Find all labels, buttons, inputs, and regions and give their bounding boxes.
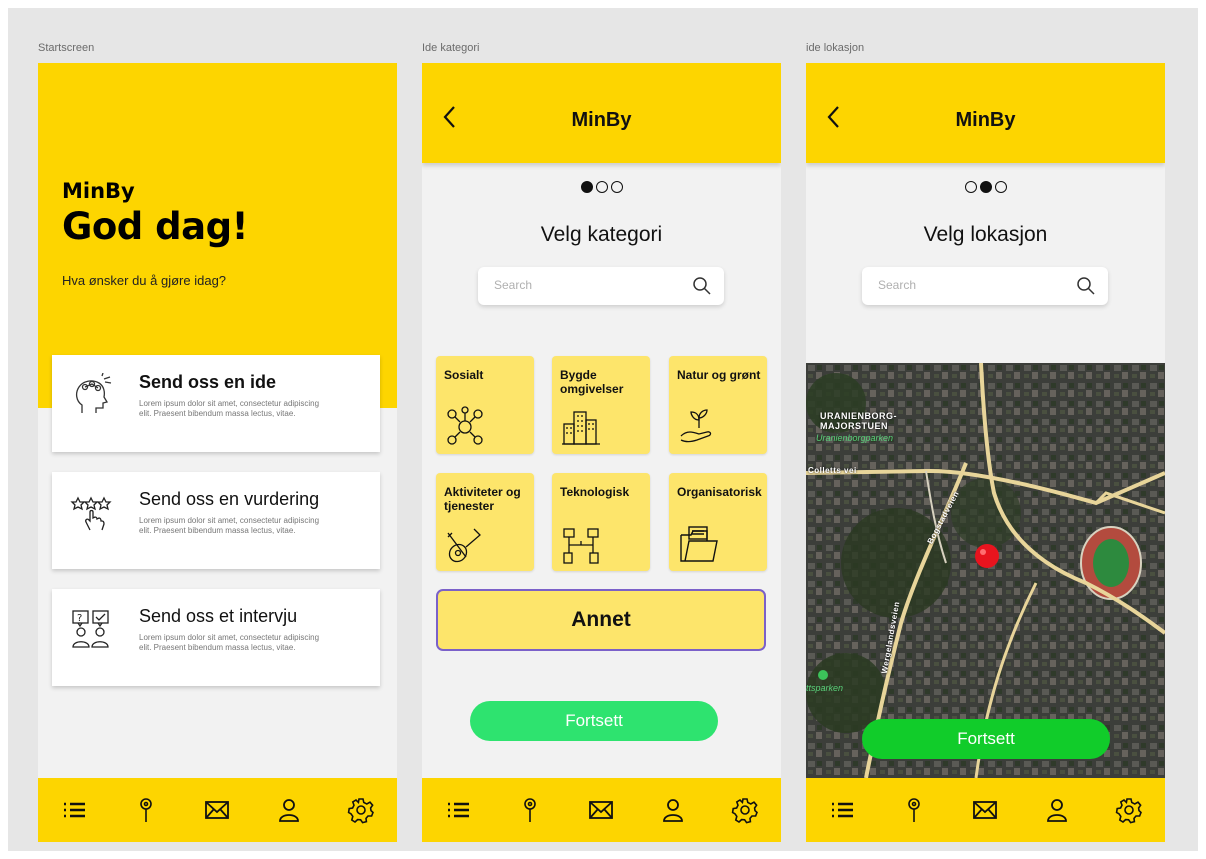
category-tile-organisatorisk[interactable]: Organisatorisk xyxy=(669,473,767,571)
header-title: MinBy xyxy=(571,109,632,131)
app-name: MinBy xyxy=(62,179,135,203)
search-icon[interactable] xyxy=(692,276,712,296)
settings-gear-icon[interactable] xyxy=(344,793,378,827)
tile-label: Aktiviteter og tjenester xyxy=(444,485,521,513)
step-dot-2 xyxy=(595,181,608,193)
technology-icon xyxy=(563,528,599,564)
list-icon[interactable] xyxy=(57,793,91,827)
tile-label: Bygde omgivelser xyxy=(560,368,624,396)
tile-label: Natur og grønt xyxy=(677,368,761,382)
send-rating-card[interactable]: Send oss en vurdering Lorem ipsum dolor … xyxy=(52,472,380,569)
category-screen: MinBy Velg kategori Sosialt Bygde omgive… xyxy=(422,63,781,842)
mail-icon[interactable] xyxy=(968,793,1002,827)
header-title: MinBy xyxy=(955,109,1016,131)
design-canvas: Startscreen Ide kategori ide lokasjon Mi… xyxy=(8,8,1198,851)
settings-gear-icon[interactable] xyxy=(1112,793,1146,827)
step-dot-1 xyxy=(580,181,593,193)
location-pin[interactable] xyxy=(975,544,999,568)
list-icon[interactable] xyxy=(825,793,859,827)
step-dot-3 xyxy=(994,181,1007,193)
send-interview-card[interactable]: ? Send oss et intervju Lorem ipsum dolor… xyxy=(52,589,380,686)
step-dot-3 xyxy=(610,181,623,193)
step-indicator xyxy=(422,181,781,193)
search-box xyxy=(478,267,724,305)
continue-button[interactable]: Fortsett xyxy=(862,719,1110,759)
map-street-label: Colletts vei xyxy=(808,466,857,475)
frame-label-start: Startscreen xyxy=(38,42,95,54)
satellite-map[interactable]: URANIENBORG- MAJORSTUEN Uranienborgparke… xyxy=(806,363,1165,778)
interview-people-icon: ? xyxy=(72,610,109,648)
app-header: MinBy xyxy=(422,63,781,163)
greeting-heading: God dag! xyxy=(62,205,248,248)
tile-label: Teknologisk xyxy=(560,485,630,499)
plant-hand-icon xyxy=(680,409,712,443)
tile-label: Sosialt xyxy=(444,368,484,382)
search-input[interactable] xyxy=(492,277,676,293)
social-network-icon xyxy=(447,406,483,445)
bottom-nav xyxy=(422,778,781,842)
frame-label-location: ide lokasjon xyxy=(806,42,865,54)
send-idea-title: Send oss en ide xyxy=(139,372,277,392)
send-idea-desc: Lorem ipsum dolor sit amet, consectetur … xyxy=(139,399,320,418)
startscreen: MinBy God dag! Hva ønsker du å gjøre ida… xyxy=(38,63,397,842)
send-rating-desc: Lorem ipsum dolor sit amet, consectetur … xyxy=(139,516,320,535)
send-rating-title: Send oss en vurdering xyxy=(139,489,320,509)
continue-button[interactable]: Fortsett xyxy=(470,701,718,741)
map-pin-icon[interactable] xyxy=(897,793,931,827)
greeting-question: Hva ønsker du å gjøre idag? xyxy=(62,273,227,288)
frame-label-category: Ide kategori xyxy=(422,42,480,54)
rating-stars-hand-icon xyxy=(70,496,112,531)
folder-icon xyxy=(680,526,718,562)
search-icon[interactable] xyxy=(1076,276,1096,296)
other-category-button[interactable]: Annet xyxy=(436,589,766,651)
head-idea-icon xyxy=(75,373,112,413)
send-idea-card[interactable]: Send oss en ide Lorem ipsum dolor sit am… xyxy=(52,355,380,452)
step-indicator xyxy=(806,181,1165,193)
location-screen: MinBy Velg lokasjon Search URANIENBORG- … xyxy=(806,63,1165,842)
page-title: Velg lokasjon xyxy=(923,223,1048,246)
svg-text:?: ? xyxy=(77,613,82,624)
map-pin-icon[interactable] xyxy=(129,793,163,827)
buildings-icon xyxy=(562,411,600,445)
settings-gear-icon[interactable] xyxy=(728,793,762,827)
step-dot-1 xyxy=(964,181,977,193)
page-title: Velg kategori xyxy=(540,223,663,246)
map-district-label: URANIENBORG- xyxy=(820,411,897,421)
tile-label: Organisatorisk xyxy=(677,485,762,499)
category-tile-sosialt[interactable]: Sosialt xyxy=(436,356,534,454)
list-icon[interactable] xyxy=(441,793,475,827)
step-dot-2 xyxy=(979,181,992,193)
send-interview-desc: Lorem ipsum dolor sit amet, consectetur … xyxy=(139,633,320,652)
category-tile-natur[interactable]: Natur og grønt xyxy=(669,356,767,454)
guitar-icon xyxy=(447,528,481,563)
category-tile-aktiviteter[interactable]: Aktiviteter og tjenester xyxy=(436,473,534,571)
map-park-label: Uranienborgparken xyxy=(816,433,894,443)
search-input[interactable] xyxy=(876,277,1060,293)
map-pin-icon[interactable] xyxy=(513,793,547,827)
user-icon[interactable] xyxy=(1040,793,1074,827)
search-box xyxy=(862,267,1108,305)
send-interview-title: Send oss et intervju xyxy=(139,606,298,626)
bottom-nav xyxy=(806,778,1165,842)
map-park-label-2: ttsparken xyxy=(806,683,844,693)
app-header: MinBy xyxy=(806,63,1165,163)
category-tile-teknologisk[interactable]: Teknologisk xyxy=(552,473,650,571)
map-district-label-2: MAJORSTUEN xyxy=(820,421,889,431)
user-icon[interactable] xyxy=(272,793,306,827)
mail-icon[interactable] xyxy=(200,793,234,827)
bottom-nav xyxy=(38,778,397,842)
mail-icon[interactable] xyxy=(584,793,618,827)
user-icon[interactable] xyxy=(656,793,690,827)
category-tile-bygde-omgivelser[interactable]: Bygde omgivelser xyxy=(552,356,650,454)
